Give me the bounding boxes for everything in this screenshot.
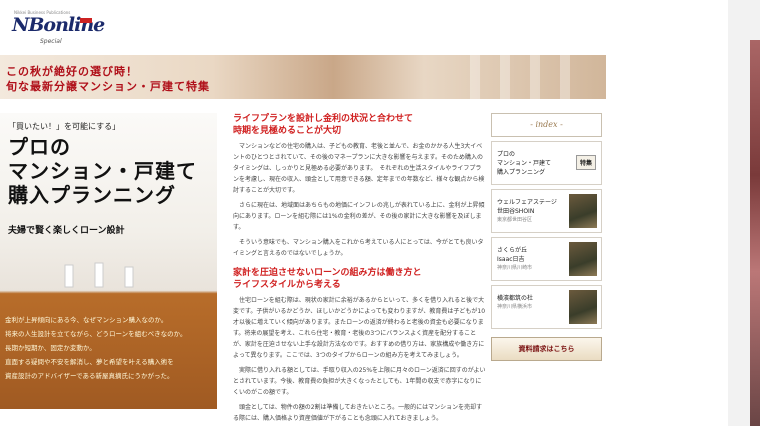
logo-tag — [80, 18, 92, 23]
site-logo[interactable]: Nikkei Business Publications NBonline Sp… — [6, 8, 105, 46]
hero-headline-line: マンション・戸建て — [8, 159, 197, 183]
index-title: - index - — [491, 113, 602, 137]
hero-blurb: 金利が上昇傾向にある今、なぜマンション購入なのか。 将来の人生設計を立てながら、… — [0, 313, 217, 383]
window-decor — [470, 55, 480, 99]
paragraph: さらに現在は、地域面はあちらもの地価にインフレの兆しが表れている上に、金利が上昇… — [233, 202, 485, 231]
paragraph: マンションなどの住宅の購入は、子どもの教育、老後と並んで、お金のかかる人生3大イ… — [233, 143, 485, 194]
index-item-property[interactable]: ウェルフェアステージ 世田谷SHOIN 東京都世田谷区 — [491, 189, 602, 233]
section-title-line: 時期を見極めることが大切 — [233, 126, 342, 136]
window-decor — [560, 55, 570, 99]
section-title: ライフプランを設計し金利の状況と合わせて 時期を見極めることが大切 — [233, 113, 486, 137]
index-item-label: プロの マンション・戸建て 購入プランニング — [497, 151, 552, 176]
property-name: 横濱都筑の杜 — [497, 295, 534, 302]
property-thumbnail[interactable] — [569, 242, 597, 276]
logo-sub: Special — [40, 38, 62, 45]
hero-headline-line: プロの — [8, 135, 71, 159]
section-1: ライフプランを設計し金利の状況と合わせて 時期を見極めることが大切 マンションな… — [233, 113, 486, 259]
request-materials-button[interactable]: 資料請求はこちら — [491, 337, 602, 361]
chairs-illustration — [64, 262, 134, 288]
window-decor — [500, 55, 510, 99]
property-thumbnail[interactable] — [569, 290, 597, 324]
background-photo — [750, 40, 760, 426]
hero-blurb-line: 将来の人生設計を立てながら、どうローンを組むべきなのか。 — [5, 330, 187, 338]
banner-title-line2: 旬な最新分譲マンション・戸建て特集 — [6, 80, 210, 93]
index-item-feature[interactable]: プロの マンション・戸建て 購入プランニング 特集 — [491, 141, 602, 185]
paragraph: 住宅ローンを組む際は、現状の家計に余裕があるからといって、多くを借り入れると後で… — [233, 297, 486, 359]
hero-blurb-line: 長期か短期か、固定か変動か。 — [5, 344, 96, 352]
paragraph: 実際に借り入れる額としては、手取り収入の25%を上限に月々のローン返済に回すのが… — [233, 367, 486, 396]
hero-headline: プロの マンション・戸建て 購入プランニング — [8, 135, 197, 207]
property-location: 神奈川県横浜市 — [497, 304, 533, 310]
property-name: ウェルフェアステージ 世田谷SHOIN — [497, 199, 557, 215]
hero-blurb-line: 直面する疑問や不安を解消し、夢と希望を叶える購入術を — [5, 358, 174, 366]
section-title: 家計を圧迫させないローンの組み方は働き方と ライフスタイルから考える — [233, 267, 486, 291]
hero-kicker: 「買いたい！」を可能にする」 — [8, 122, 121, 131]
property-name: さくらが丘 Isaac日吉 — [497, 247, 528, 263]
section-2: 家計を圧迫させないローンの組み方は働き方と ライフスタイルから考える 住宅ローン… — [233, 267, 486, 424]
section-title-line: 家計を圧迫させないローンの組み方は働き方と — [233, 268, 422, 278]
hero-blurb-line: 金利が上昇傾向にある今、なぜマンション購入なのか。 — [5, 316, 168, 324]
hero-subhead: 夫婦で賢く楽しくローン設計 — [8, 226, 125, 236]
banner-title-line1: この秋が絶好の選び時！ — [6, 65, 138, 78]
property-location: 神奈川県川崎市 — [497, 265, 533, 271]
hero-blurb-line: 資産設計のアドバイザーである新屋真摘氏にうかがった。 — [5, 372, 174, 380]
index-sidebar: - index - プロの マンション・戸建て 購入プランニング 特集 ウェルフ… — [491, 113, 602, 361]
hero-panel: 「買いたい！」を可能にする」 プロの マンション・戸建て 購入プランニング 夫婦… — [0, 113, 217, 409]
section-title-line: ライフスタイルから考える — [233, 280, 341, 290]
feature-badge: 特集 — [575, 155, 596, 170]
section-title-line: ライフプランを設計し金利の状況と合わせて — [233, 114, 414, 124]
property-location: 東京都世田谷区 — [497, 217, 533, 223]
property-thumbnail[interactable] — [569, 194, 597, 228]
paragraph: 頭金としては、物件の額の2割は準備しておきたいところ。一般的にはマンションを売却… — [233, 404, 483, 422]
hero-headline-line: 購入プランニング — [8, 183, 176, 207]
index-item-label: さくらが丘 Isaac日吉 神奈川県川崎市 — [497, 246, 532, 273]
paragraph: そういう意味でも、マンション購入をこれから考えている人にとっては、今がとても良い… — [233, 239, 484, 257]
index-item-property[interactable]: 横濱都筑の杜 神奈川県横浜市 — [491, 285, 602, 329]
index-item-label: ウェルフェアステージ 世田谷SHOIN 東京都世田谷区 — [497, 198, 557, 225]
index-item-property[interactable]: さくらが丘 Isaac日吉 神奈川県川崎市 — [491, 237, 602, 281]
feature-banner: この秋が絶好の選び時！ 旬な最新分譲マンション・戸建て特集 — [0, 55, 606, 99]
article-content: ライフプランを設計し金利の状況と合わせて 時期を見極めることが大切 マンションな… — [233, 113, 486, 424]
window-decor — [530, 55, 540, 99]
index-item-label: 横濱都筑の杜 神奈川県横浜市 — [497, 294, 533, 312]
